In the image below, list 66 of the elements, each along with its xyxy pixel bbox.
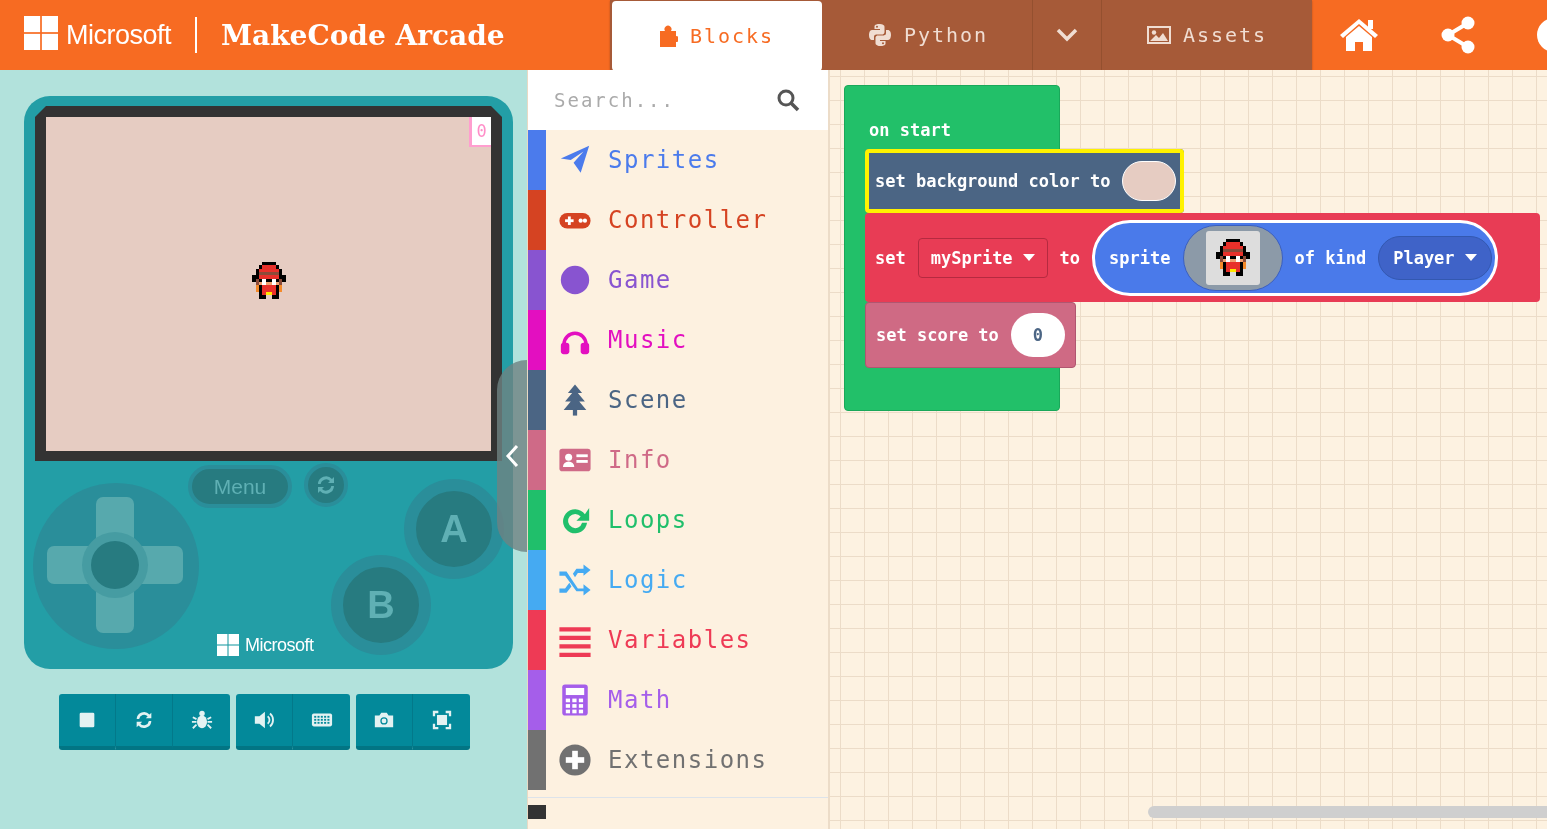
set-background-block[interactable]: set background color to [865, 149, 1185, 213]
brand-name: Microsoft [245, 634, 314, 656]
toolbox-category[interactable]: Controller [528, 190, 828, 250]
plus-circle-icon [558, 743, 592, 777]
number-field[interactable]: 0 [1010, 313, 1065, 357]
toolbox-category[interactable]: Scene [528, 370, 828, 430]
toolbox-category[interactable]: Logic [528, 550, 828, 610]
variable-dropdown[interactable]: mySprite [917, 237, 1048, 278]
fullscreen-icon [430, 709, 453, 731]
chevron-down-icon [1056, 28, 1078, 42]
circle-icon [558, 263, 592, 297]
speaker-button[interactable] [236, 694, 293, 750]
windows-logo-icon [24, 16, 58, 50]
brand-name: Microsoft [66, 19, 172, 51]
speaker-icon [253, 709, 275, 731]
keyboard-button[interactable] [293, 694, 350, 750]
chevron-left-icon [505, 444, 519, 468]
puzzle-piece-icon [659, 25, 678, 47]
dropdown-caret-icon [1022, 253, 1035, 262]
block-label: of kind [1294, 247, 1367, 268]
block-label: set [875, 247, 906, 268]
fullscreen-button[interactable] [413, 694, 470, 750]
dropdown-caret-icon [1464, 253, 1477, 262]
block-label: on start [869, 120, 951, 140]
toolbox-category[interactable]: Info [528, 430, 828, 490]
bug-icon [190, 709, 213, 731]
category-color-strip [528, 805, 546, 819]
menu-button[interactable]: Menu [188, 465, 292, 508]
block-label: sprite [1109, 247, 1171, 268]
toolbox-category[interactable]: Variables [528, 610, 828, 670]
image-icon [1146, 25, 1171, 45]
search-field[interactable]: Search... [552, 88, 776, 112]
block-label: set background color to [875, 171, 1111, 191]
b-button[interactable]: B [331, 555, 431, 655]
bug-button[interactable] [173, 694, 230, 750]
editor-tab[interactable]: Blocks [612, 1, 822, 70]
toolbox-category[interactable]: Extensions [528, 730, 828, 790]
home-icon[interactable] [1338, 17, 1380, 53]
score-counter: 0 [469, 117, 491, 147]
shuffle-icon [558, 563, 592, 597]
a-button[interactable]: A [404, 479, 504, 579]
toolbox-category[interactable]: Loops [528, 490, 828, 550]
toolbox-category[interactable]: Math [528, 670, 828, 730]
app-title: MakeCode Arcade [221, 18, 505, 52]
toolbox-category[interactable]: Game [528, 250, 828, 310]
set-score-block[interactable]: set score to 0 [865, 302, 1076, 368]
python-logo-icon [867, 23, 892, 47]
block-label: set score to [876, 325, 999, 345]
toolbox-category[interactable]: Music [528, 310, 828, 370]
toolbox-category[interactable]: Sprites [528, 130, 828, 190]
share-icon[interactable] [1441, 16, 1475, 54]
character-sprite [249, 262, 289, 299]
kind-dropdown[interactable]: Player [1378, 235, 1492, 280]
camera-button[interactable] [356, 694, 413, 750]
horizontal-scrollbar[interactable] [1148, 806, 1547, 818]
stop-button[interactable] [59, 694, 116, 750]
sprite-block[interactable]: sprite of kind Player [1092, 219, 1498, 296]
windows-logo-icon [217, 634, 239, 656]
set-variable-block[interactable]: set mySprite to sprite of kind Player [865, 213, 1540, 302]
search-icon[interactable] [776, 88, 800, 112]
search-bar[interactable]: Search... [528, 70, 828, 130]
collapse-handle[interactable] [497, 360, 527, 552]
block-label: to [1059, 247, 1081, 268]
editor-tab[interactable]: Assets [1102, 0, 1312, 70]
restart-button[interactable] [116, 694, 173, 750]
color-swatch[interactable] [1122, 161, 1177, 201]
